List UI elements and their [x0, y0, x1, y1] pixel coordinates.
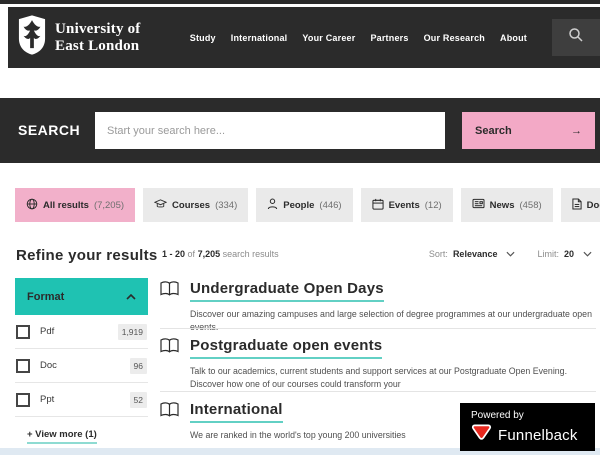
- facet-option-doc[interactable]: Doc 96: [15, 349, 148, 383]
- search-result-item: Undergraduate Open Days Discover our ama…: [160, 280, 596, 334]
- chevron-down-icon: [506, 249, 515, 259]
- limit-dropdown[interactable]: Limit: 20: [537, 249, 592, 259]
- tab-people[interactable]: People (446): [256, 188, 352, 222]
- search-submit-button[interactable]: Search →: [462, 112, 595, 149]
- top-border-strip: [0, 0, 600, 4]
- chevron-down-icon: [583, 249, 592, 259]
- results-summary: 1 - 20 of 7,205 search results: [162, 249, 279, 259]
- nav-item-about[interactable]: About: [500, 33, 527, 43]
- pdf-checkbox[interactable]: [16, 325, 30, 339]
- uel-logo[interactable]: University of East London: [18, 14, 141, 61]
- doc-checkbox[interactable]: [16, 359, 30, 373]
- logo-text: University of East London: [55, 21, 141, 54]
- count-badge: 1,919: [118, 324, 147, 340]
- search-input[interactable]: [95, 112, 445, 149]
- result-title-link[interactable]: Undergraduate Open Days: [190, 280, 384, 302]
- result-title-link[interactable]: Postgraduate open events: [190, 337, 382, 359]
- nav-item-international[interactable]: International: [231, 33, 288, 43]
- result-title-link[interactable]: International: [190, 401, 283, 423]
- search-button-label: Search: [475, 125, 512, 137]
- site-header: University of East London Study Internat…: [8, 7, 600, 68]
- chevron-up-icon: [126, 291, 136, 303]
- facet-option-ppt[interactable]: Ppt 52: [15, 383, 148, 417]
- tab-news[interactable]: News (458): [461, 188, 553, 222]
- news-icon: [472, 198, 485, 212]
- open-book-icon: [160, 402, 179, 423]
- arrow-right-icon: →: [571, 125, 582, 137]
- uel-shield-icon: [18, 14, 46, 61]
- ppt-checkbox[interactable]: [16, 393, 30, 407]
- facet-option-pdf[interactable]: Pdf 1,919: [15, 315, 148, 349]
- format-facet-header[interactable]: Format: [15, 278, 148, 315]
- funnelback-badge[interactable]: Powered by Funnelback: [460, 403, 595, 451]
- result-divider: [160, 391, 596, 392]
- results-summary-bar: 1 - 20 of 7,205 search results Sort: Rel…: [162, 249, 592, 259]
- sort-dropdown[interactable]: Sort: Relevance: [429, 249, 516, 259]
- search-icon: [568, 27, 584, 48]
- calendar-icon: [372, 198, 384, 213]
- nav-item-study[interactable]: Study: [190, 33, 216, 43]
- nav-item-our-research[interactable]: Our Research: [424, 33, 485, 43]
- globe-icon: [26, 198, 38, 213]
- nav-search-button[interactable]: [552, 19, 600, 56]
- search-result-item: Postgraduate open events Talk to our aca…: [160, 337, 596, 391]
- person-icon: [267, 198, 278, 213]
- search-band: SEARCH Search →: [0, 98, 600, 163]
- open-book-icon: [160, 338, 179, 359]
- count-badge: 96: [130, 358, 147, 374]
- tab-all-results[interactable]: All results (7,205): [15, 188, 135, 222]
- funnelback-wordmark: Funnelback: [498, 427, 578, 444]
- tab-documents[interactable]: Documents (2,067): [561, 188, 600, 222]
- view-more-link[interactable]: + View more (1): [27, 429, 97, 444]
- result-type-tabs: All results (7,205) Courses (334) People…: [15, 188, 600, 222]
- nav-item-your-career[interactable]: Your Career: [302, 33, 355, 43]
- result-description: Talk to our academics, current students …: [190, 365, 595, 391]
- facet-title: Format: [27, 291, 64, 303]
- document-icon: [572, 198, 582, 213]
- count-badge: 52: [130, 392, 147, 408]
- refine-results-heading: Refine your results: [16, 247, 158, 264]
- graduation-cap-icon: [154, 198, 167, 212]
- main-nav: Study International Your Career Partners…: [190, 19, 600, 56]
- tab-courses[interactable]: Courses (334): [143, 188, 248, 222]
- result-divider: [160, 328, 596, 329]
- search-band-label: SEARCH: [18, 122, 80, 138]
- tab-events[interactable]: Events (12): [361, 188, 453, 222]
- funnelback-logo-icon: [471, 423, 492, 447]
- format-facet: Format Pdf 1,919 Doc 96 Ppt 52 + View mo…: [15, 278, 148, 444]
- result-description: Discover our amazing campuses and large …: [190, 308, 595, 334]
- open-book-icon: [160, 281, 179, 302]
- powered-by-label: Powered by: [471, 410, 584, 421]
- nav-item-partners[interactable]: Partners: [370, 33, 408, 43]
